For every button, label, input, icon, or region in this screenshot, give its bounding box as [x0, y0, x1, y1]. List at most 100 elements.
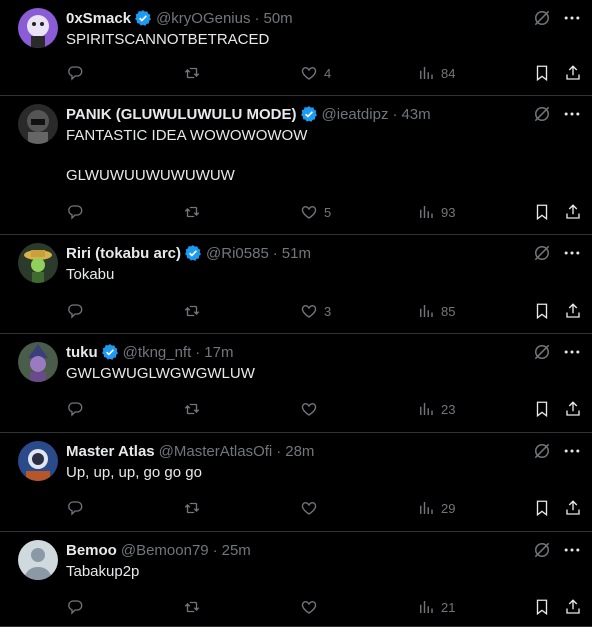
like-icon	[300, 302, 318, 320]
display-name[interactable]: Bemoo	[66, 542, 117, 559]
username[interactable]: @tkng_nft	[123, 344, 192, 361]
retweet-button[interactable]	[183, 499, 201, 517]
tweet[interactable]: Riri (tokabu arc) @Ri0585 · 51m Tokabu 3	[0, 235, 592, 334]
timestamp[interactable]: 17m	[204, 344, 233, 361]
separator-dot: ·	[195, 343, 201, 361]
retweet-icon	[183, 400, 201, 418]
reply-icon	[66, 598, 84, 616]
avatar[interactable]	[18, 104, 58, 144]
avatar[interactable]	[18, 540, 58, 580]
avatar[interactable]	[18, 8, 58, 48]
share-button[interactable]	[564, 499, 582, 517]
timestamp[interactable]: 43m	[401, 106, 430, 123]
timestamp[interactable]: 28m	[285, 443, 314, 460]
grok-icon[interactable]	[532, 441, 552, 461]
avatar[interactable]	[18, 342, 58, 382]
share-button[interactable]	[564, 203, 582, 221]
display-name[interactable]: Riri (tokabu arc)	[66, 245, 181, 262]
bookmark-button[interactable]	[533, 499, 551, 517]
timestamp[interactable]: 51m	[282, 245, 311, 262]
views-button[interactable]: 23	[417, 400, 455, 418]
more-icon[interactable]	[562, 342, 582, 362]
more-icon[interactable]	[562, 243, 582, 263]
display-name[interactable]: 0xSmack	[66, 10, 131, 27]
tweet-content: Bemoo @Bemoon79 · 25m Tabakup2p	[66, 540, 576, 582]
tweet-content: tuku @tkng_nft · 17m GWLGWUGLWGWGWLUW	[66, 342, 576, 384]
bookmark-icon	[533, 400, 551, 418]
tweet-header: tuku @tkng_nft · 17m	[66, 342, 576, 362]
share-button[interactable]	[564, 598, 582, 616]
like-icon	[300, 400, 318, 418]
reply-button[interactable]	[66, 203, 84, 221]
bookmark-button[interactable]	[533, 302, 551, 320]
share-button[interactable]	[564, 302, 582, 320]
grok-icon[interactable]	[532, 8, 552, 28]
retweet-button[interactable]	[183, 400, 201, 418]
separator-dot: ·	[254, 9, 260, 27]
display-name[interactable]: tuku	[66, 344, 98, 361]
tweet-top-actions	[532, 540, 582, 560]
like-button[interactable]	[300, 499, 324, 517]
grok-icon[interactable]	[532, 243, 552, 263]
more-icon[interactable]	[562, 540, 582, 560]
retweet-button[interactable]	[183, 203, 201, 221]
retweet-button[interactable]	[183, 302, 201, 320]
username[interactable]: @ieatdipz	[322, 106, 389, 123]
tweet[interactable]: 0xSmack @kryOGenius · 50m SPIRITSCANNOTB…	[0, 0, 592, 96]
share-button[interactable]	[564, 400, 582, 418]
grok-icon[interactable]	[532, 342, 552, 362]
timestamp[interactable]: 25m	[222, 542, 251, 559]
username[interactable]: @Ri0585	[206, 245, 269, 262]
display-name[interactable]: PANIK (GLUWULUWULU MODE)	[66, 106, 297, 123]
reply-button[interactable]	[66, 598, 84, 616]
views-button[interactable]: 21	[417, 598, 455, 616]
bookmark-button[interactable]	[533, 64, 551, 82]
like-button[interactable]	[300, 598, 324, 616]
bookmark-button[interactable]	[533, 400, 551, 418]
reply-button[interactable]	[66, 302, 84, 320]
views-button[interactable]: 85	[417, 302, 455, 320]
views-button[interactable]: 29	[417, 499, 455, 517]
view-count: 85	[441, 303, 456, 319]
share-icon	[564, 64, 582, 82]
avatar[interactable]	[18, 441, 58, 481]
tweet[interactable]: Master Atlas @MasterAtlasOfi · 28m Up, u…	[0, 433, 592, 532]
display-name[interactable]: Master Atlas	[66, 443, 155, 460]
retweet-button[interactable]	[183, 598, 201, 616]
grok-icon[interactable]	[532, 540, 552, 560]
tweet-actions: 29	[66, 499, 584, 519]
retweet-icon	[183, 203, 201, 221]
tweet[interactable]: tuku @tkng_nft · 17m GWLGWUGLWGWGWLUW 23	[0, 334, 592, 433]
timeline-feed: 0xSmack @kryOGenius · 50m SPIRITSCANNOTB…	[0, 0, 592, 627]
bookmark-button[interactable]	[533, 598, 551, 616]
bookmark-button[interactable]	[533, 203, 551, 221]
username[interactable]: @MasterAtlasOfi	[159, 443, 273, 460]
tweet[interactable]: PANIK (GLUWULUWULU MODE) @ieatdipz · 43m…	[0, 96, 592, 235]
more-icon[interactable]	[562, 8, 582, 28]
timestamp[interactable]: 50m	[263, 10, 292, 27]
views-button[interactable]: 93	[417, 203, 455, 221]
verified-badge-icon	[101, 343, 119, 361]
more-icon[interactable]	[562, 441, 582, 461]
share-button[interactable]	[564, 64, 582, 82]
bookmark-icon	[533, 64, 551, 82]
tweet[interactable]: Bemoo @Bemoon79 · 25m Tabakup2p 21	[0, 532, 592, 627]
like-button[interactable]: 5	[300, 203, 331, 221]
grok-icon[interactable]	[532, 104, 552, 124]
reply-button[interactable]	[66, 499, 84, 517]
like-button[interactable]	[300, 400, 324, 418]
avatar[interactable]	[18, 243, 58, 283]
username[interactable]: @Bemoon79	[121, 542, 209, 559]
reply-button[interactable]	[66, 64, 84, 82]
more-icon[interactable]	[562, 104, 582, 124]
views-button[interactable]: 84	[417, 64, 455, 82]
bookmark-icon	[533, 203, 551, 221]
tweet-top-actions	[532, 8, 582, 28]
username[interactable]: @kryOGenius	[156, 10, 250, 27]
like-button[interactable]: 4	[300, 64, 331, 82]
retweet-button[interactable]	[183, 64, 201, 82]
like-button[interactable]: 3	[300, 302, 331, 320]
reply-button[interactable]	[66, 400, 84, 418]
verified-badge-icon	[134, 9, 152, 27]
views-icon	[417, 598, 435, 616]
